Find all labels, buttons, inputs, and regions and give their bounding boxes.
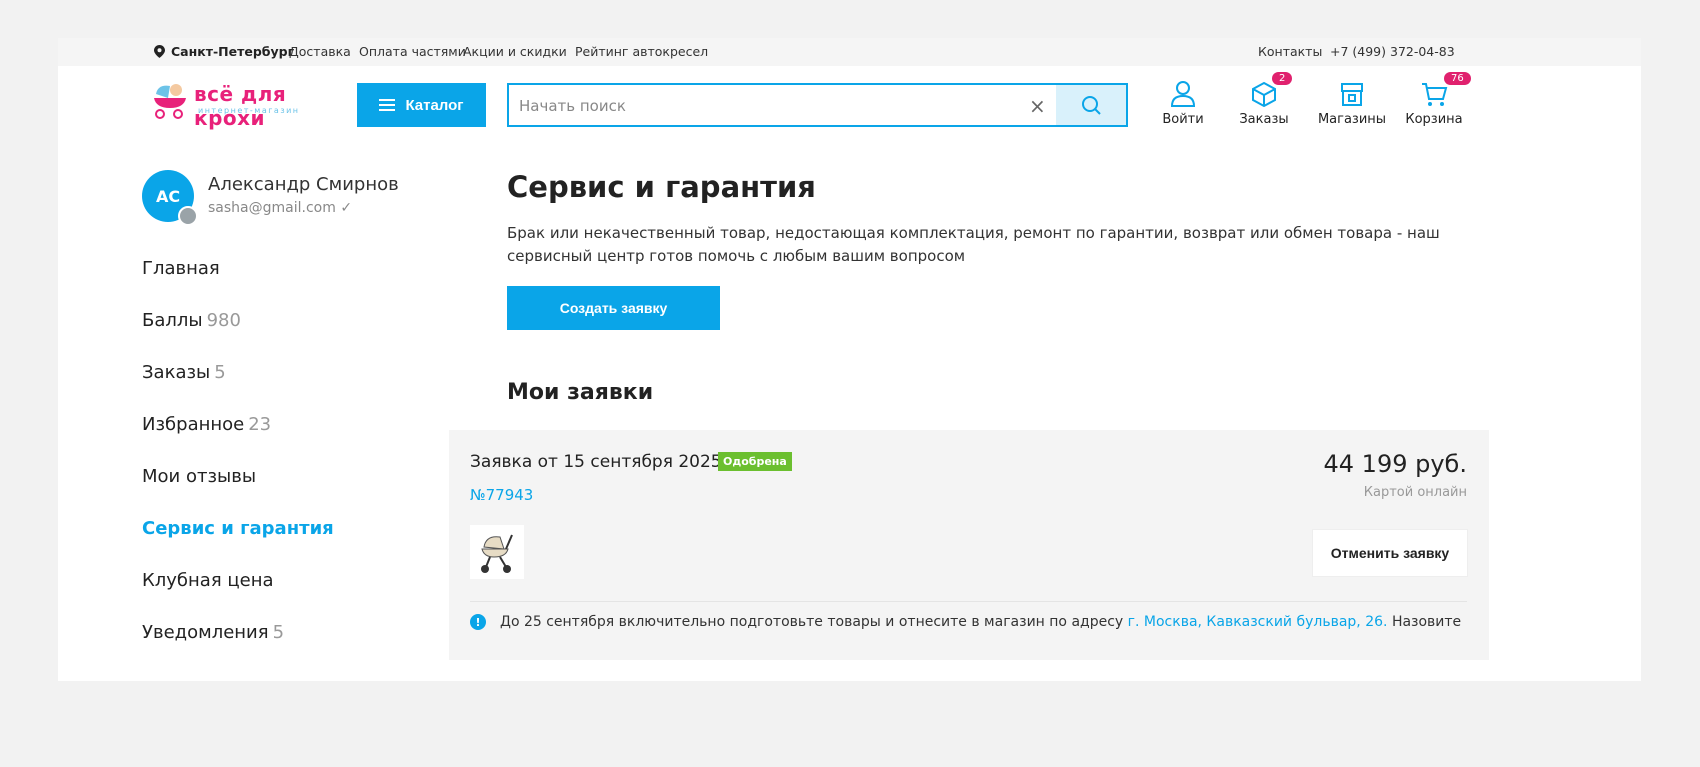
nav-link-installments[interactable]: Оплата частями bbox=[359, 44, 466, 59]
orders-button[interactable]: Заказы 2 bbox=[1224, 72, 1304, 127]
city-selector[interactable]: Санкт-Петербург bbox=[154, 44, 294, 59]
city-label: Санкт-Петербург bbox=[171, 44, 295, 59]
search-box: × bbox=[507, 83, 1128, 127]
login-button[interactable]: Войти bbox=[1143, 80, 1223, 127]
catalog-label: Каталог bbox=[405, 96, 464, 114]
sidebar-item-notifications[interactable]: Уведомления 5 bbox=[142, 622, 334, 674]
sidebar-item-count: 980 bbox=[206, 310, 241, 331]
page-title: Сервис и гарантия bbox=[507, 170, 816, 204]
box-icon bbox=[1252, 81, 1276, 108]
sidebar-item-label: Мои отзывы bbox=[142, 466, 257, 487]
store-icon bbox=[1341, 83, 1363, 106]
section-title: Мои заявки bbox=[507, 380, 654, 405]
product-thumbnail[interactable] bbox=[470, 525, 524, 579]
sidebar-item-label: Избранное bbox=[142, 414, 245, 435]
sidebar-item-count: 5 bbox=[272, 622, 285, 643]
main-content: Сервис и гарантия Брак или некачественны… bbox=[507, 170, 1557, 405]
close-icon[interactable]: × bbox=[1029, 94, 1046, 118]
sidebar-item-label: Заказы bbox=[142, 362, 211, 383]
sidebar-item-count: 23 bbox=[248, 414, 272, 435]
orders-label: Заказы bbox=[1239, 112, 1289, 127]
user-name: Александр Смирнов bbox=[208, 174, 399, 195]
user-email-text: sasha@gmail.com bbox=[208, 200, 336, 216]
cart-label: Корзина bbox=[1405, 112, 1463, 127]
request-price: 44 199 руб. bbox=[1323, 450, 1467, 478]
user-email: sasha@gmail.com ✓ bbox=[208, 200, 352, 216]
info-text: До 25 сентября включительно подготовьте … bbox=[500, 614, 1461, 630]
sidebar-item-club-price[interactable]: Клубная цена bbox=[142, 570, 334, 622]
payment-method: Картой онлайн bbox=[1363, 485, 1467, 500]
status-badge: Одобрена bbox=[718, 452, 792, 471]
sidebar-item-label: Уведомления bbox=[142, 622, 269, 643]
site-logo[interactable]: всё для крохи интернет-магазин bbox=[152, 80, 332, 130]
cart-count-badge: 76 bbox=[1444, 72, 1471, 85]
store-address-link[interactable]: г. Москва, Кавказский бульвар, 26. bbox=[1128, 614, 1388, 630]
orders-count-badge: 2 bbox=[1272, 72, 1293, 85]
sidebar-item-count: 5 bbox=[214, 362, 226, 383]
request-info: ! До 25 сентября включительно подготовьт… bbox=[470, 614, 1461, 630]
location-pin-icon bbox=[154, 45, 165, 58]
account-menu: Главная Баллы 980 Заказы 5 Избранное 23 Мои… bbox=[142, 258, 334, 674]
search-button[interactable] bbox=[1056, 85, 1126, 125]
page: Санкт-Петербург Доставка Оплата частями … bbox=[58, 38, 1641, 681]
create-request-button[interactable]: Создать заявку bbox=[507, 286, 720, 330]
info-icon: ! bbox=[470, 614, 486, 630]
checkmark-icon: ✓ bbox=[340, 200, 353, 216]
menu-icon bbox=[379, 99, 396, 111]
search-icon bbox=[1082, 96, 1101, 115]
nav-link-carseat-rating[interactable]: Рейтинг автокресел bbox=[575, 44, 708, 59]
sidebar-item-label: Главная bbox=[142, 258, 220, 279]
header: всё для крохи интернет-магазин Каталог ×… bbox=[58, 66, 1641, 146]
stores-button[interactable]: Магазины bbox=[1312, 80, 1392, 127]
sidebar-item-service[interactable]: Сервис и гарантия bbox=[142, 518, 334, 570]
divider bbox=[470, 601, 1467, 602]
login-label: Войти bbox=[1162, 112, 1204, 127]
cancel-request-button[interactable]: Отменить заявку bbox=[1313, 530, 1467, 576]
cart-icon bbox=[1422, 83, 1448, 106]
search-input[interactable] bbox=[519, 95, 999, 117]
stroller-logo-icon bbox=[154, 84, 186, 119]
request-title: Заявка от 15 сентября 2025 bbox=[470, 452, 722, 472]
sidebar-item-favorites[interactable]: Избранное 23 bbox=[142, 414, 334, 466]
sidebar-item-label: Баллы bbox=[142, 310, 203, 331]
cart-button[interactable]: Корзина 76 bbox=[1394, 72, 1474, 127]
user-icon bbox=[1170, 81, 1196, 107]
logo-tagline: интернет-магазин bbox=[198, 106, 300, 115]
request-card: Заявка от 15 сентября 2025 Одобрена №779… bbox=[449, 430, 1489, 660]
sidebar-item-orders[interactable]: Заказы 5 bbox=[142, 362, 334, 414]
catalog-button[interactable]: Каталог bbox=[357, 83, 486, 127]
sidebar-item-points[interactable]: Баллы 980 bbox=[142, 310, 334, 362]
page-description: Брак или некачественный товар, недостающ… bbox=[507, 224, 1440, 265]
gear-icon[interactable] bbox=[178, 206, 198, 226]
sidebar-item-label: Клубная цена bbox=[142, 570, 274, 591]
stroller-image-icon bbox=[481, 534, 513, 573]
sidebar-item-reviews[interactable]: Мои отзывы bbox=[142, 466, 334, 518]
top-bar: Санкт-Петербург Доставка Оплата частями … bbox=[58, 38, 1641, 66]
sidebar-item-home[interactable]: Главная bbox=[142, 258, 334, 310]
nav-link-sales[interactable]: Акции и скидки bbox=[463, 44, 567, 59]
stores-label: Магазины bbox=[1317, 112, 1387, 127]
info-text-tail: Назовите bbox=[1391, 614, 1462, 630]
phone-link[interactable]: +7 (499) 372-04-83 bbox=[1330, 44, 1455, 59]
nav-link-delivery[interactable]: Доставка bbox=[289, 44, 351, 59]
sidebar-item-label: Сервис и гарантия bbox=[142, 518, 334, 539]
request-number-link[interactable]: №77943 bbox=[470, 486, 533, 504]
contacts-link[interactable]: Контакты bbox=[1258, 44, 1322, 59]
info-text-main: До 25 сентября включительно подготовьте … bbox=[500, 614, 1124, 630]
